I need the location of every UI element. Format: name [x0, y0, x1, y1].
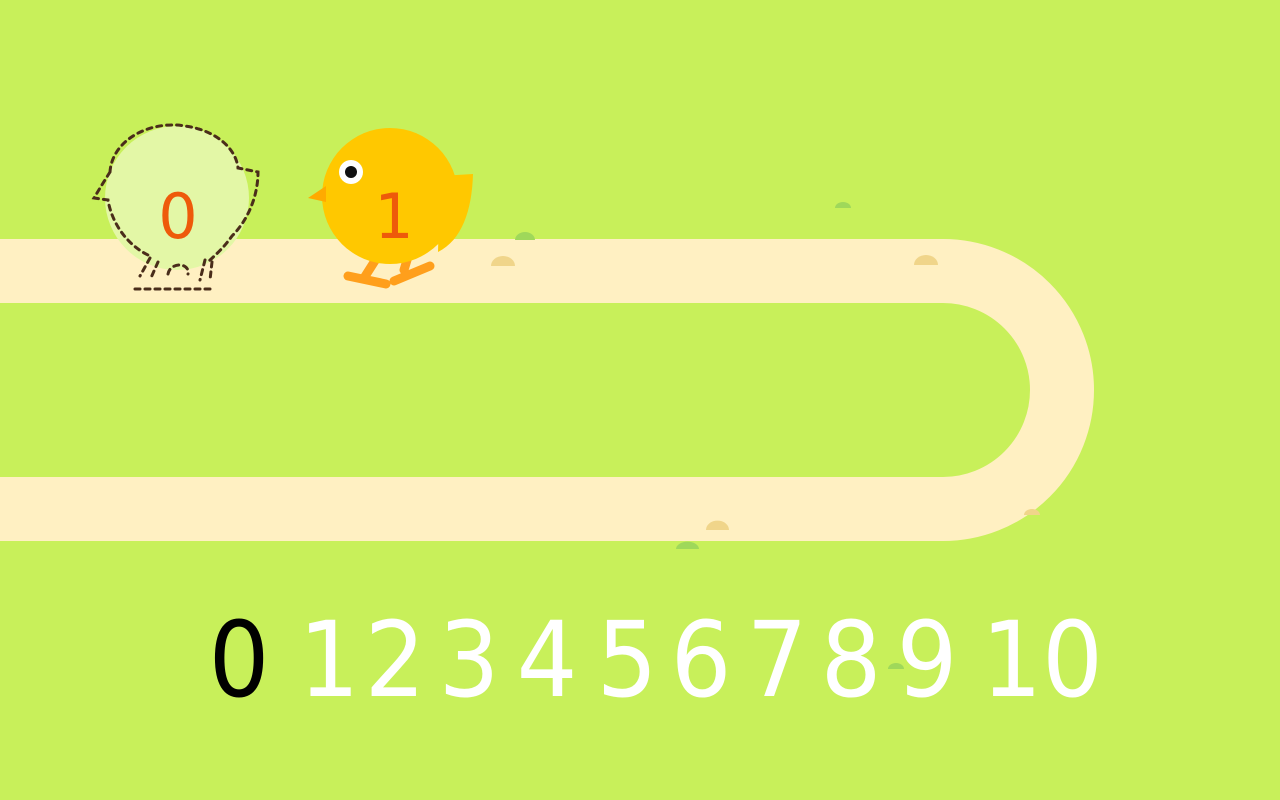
- number-10[interactable]: 10: [981, 600, 1103, 720]
- number-1[interactable]: 1: [299, 600, 360, 720]
- chick-number: 1: [374, 180, 413, 253]
- number-3[interactable]: 3: [439, 600, 500, 720]
- number-2[interactable]: 2: [365, 600, 426, 720]
- track-path: [0, 239, 1094, 541]
- grass-bump: [676, 541, 699, 549]
- number-8[interactable]: 8: [821, 600, 882, 720]
- grass-bump: [515, 232, 535, 240]
- ghost-chick-number: 0: [158, 180, 197, 253]
- number-0[interactable]: 0: [209, 600, 270, 720]
- number-line: 0 1 2 3 4 5 6 7 8 9 10: [0, 600, 1280, 720]
- number-5[interactable]: 5: [597, 600, 658, 720]
- chick-pupil: [345, 166, 357, 178]
- number-4[interactable]: 4: [517, 600, 578, 720]
- chick-beak-icon: [308, 186, 326, 202]
- number-6[interactable]: 6: [671, 600, 732, 720]
- number-9[interactable]: 9: [897, 600, 958, 720]
- grass-bump: [835, 202, 851, 208]
- number-7[interactable]: 7: [747, 600, 808, 720]
